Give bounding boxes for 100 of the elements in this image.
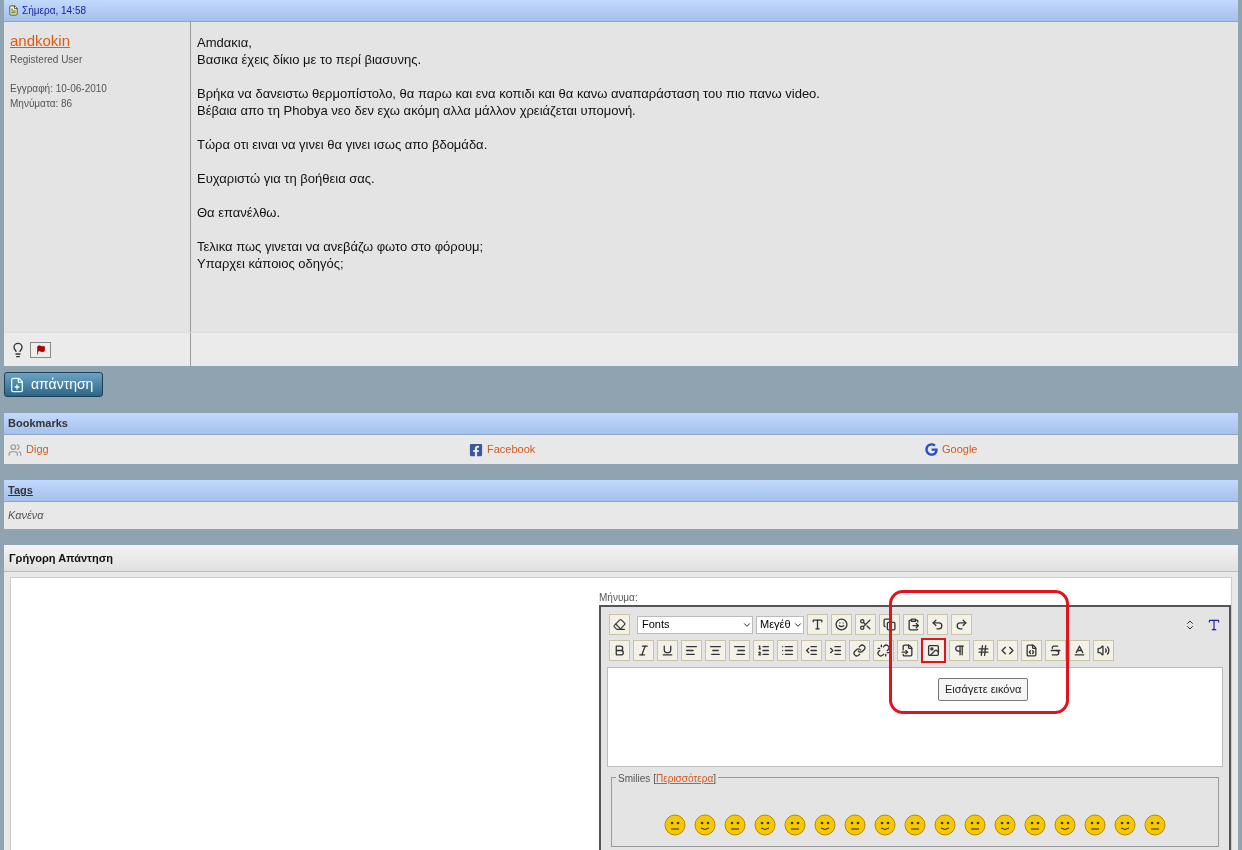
- align-left-button[interactable]: [681, 640, 702, 661]
- tooltip: Εισάγετε εικόνα: [938, 678, 1029, 701]
- underline-icon: [661, 644, 674, 657]
- scissors-icon: [859, 618, 872, 631]
- align-right-icon: [733, 644, 746, 657]
- document-button[interactable]: [897, 640, 918, 661]
- remove-format-button[interactable]: [609, 614, 630, 635]
- size-select[interactable]: Μεγέθ: [756, 615, 804, 634]
- italic-button[interactable]: [633, 640, 654, 661]
- redo-button[interactable]: [951, 614, 972, 635]
- google-icon: [925, 443, 938, 456]
- link-icon: [853, 644, 866, 657]
- code-file-button[interactable]: [1021, 640, 1042, 661]
- post-text: Θα επανέλθω.: [197, 204, 282, 221]
- bookmark-link[interactable]: Digg: [8, 441, 469, 458]
- smiley-icon[interactable]: [814, 814, 836, 836]
- post-text: Βέβαια απο τη Phobya νεο δεν εχω ακόμη αλλα μάλλον χρειάζεται υπομονή.: [197, 102, 637, 119]
- reply-button[interactable]: απάντηση: [4, 372, 103, 397]
- outdent-button[interactable]: [801, 640, 822, 661]
- smiley-icon[interactable]: [934, 814, 956, 836]
- undo-icon: [931, 618, 944, 631]
- document-icon: [901, 644, 914, 657]
- font-size-icon[interactable]: [1207, 617, 1221, 632]
- image-button[interactable]: [921, 638, 946, 663]
- italic-icon: [637, 644, 650, 657]
- align-center-button[interactable]: [705, 640, 726, 661]
- align-right-button[interactable]: [729, 640, 750, 661]
- smiley-icon[interactable]: [904, 814, 926, 836]
- font-select[interactable]: Fonts: [637, 615, 753, 634]
- speaker-button[interactable]: [1093, 640, 1114, 661]
- message-input[interactable]: Εισάγετε εικόνα: [607, 667, 1223, 767]
- smiley-icon[interactable]: [1144, 814, 1166, 836]
- outdent-icon: [805, 644, 818, 657]
- code-icon: [1001, 644, 1014, 657]
- pilcrow-button[interactable]: [949, 640, 970, 661]
- redo-icon: [955, 618, 968, 631]
- smiley-icon[interactable]: [964, 814, 986, 836]
- underline-button[interactable]: [657, 640, 678, 661]
- unlink-icon: [877, 644, 890, 657]
- post-date: Σήμερα, 14:58: [22, 4, 86, 18]
- post-text: Βρήκα να δανειστω θερμοπίστολο, θα παρω και ενα κοπιδι και θα κανω αναπαράσταση του πιο πανω video.: [197, 85, 821, 102]
- smiley-icon[interactable]: [754, 814, 776, 836]
- code-file-icon: [1025, 644, 1038, 657]
- bookmark-link[interactable]: Facebook: [469, 441, 925, 458]
- clipboard-button[interactable]: [903, 614, 924, 635]
- post-count: Μηνύματα: 86: [10, 97, 74, 111]
- indent-icon: [829, 644, 842, 657]
- report-button[interactable]: [30, 341, 51, 358]
- post-text: Τελικα πως γινεται να ανεβάζω φωτο στο φόρουμ;: [197, 238, 485, 255]
- facebook-icon: [469, 442, 483, 457]
- section-title: Bookmarks: [8, 416, 68, 432]
- numbered-list-icon: [757, 644, 770, 657]
- post-text: Amdακια,: [197, 34, 253, 51]
- smiley-icon: [835, 618, 848, 631]
- bookmark-link[interactable]: Google: [925, 441, 1234, 458]
- bracket-text: ]: [713, 772, 717, 786]
- lightbulb-icon[interactable]: [10, 341, 26, 358]
- indent-button[interactable]: [825, 640, 846, 661]
- letter-icon: [1073, 644, 1086, 657]
- document-icon: [8, 5, 19, 16]
- people-icon: [8, 442, 22, 457]
- smiley-icon[interactable]: [784, 814, 806, 836]
- link-button[interactable]: [849, 640, 870, 661]
- undo-button[interactable]: [927, 614, 948, 635]
- letter-button[interactable]: [1069, 640, 1090, 661]
- tags-link[interactable]: Tags: [8, 482, 33, 499]
- tags-value: Κανένα: [8, 508, 44, 524]
- smiley-icon[interactable]: [1084, 814, 1106, 836]
- smiley-icon[interactable]: [994, 814, 1016, 836]
- smiley-button[interactable]: [831, 614, 852, 635]
- scissors-button[interactable]: [855, 614, 876, 635]
- numbered-list-button[interactable]: [753, 640, 774, 661]
- bullet-list-button[interactable]: [777, 640, 798, 661]
- smilies-label: Smilies: [618, 772, 651, 786]
- smiley-icon[interactable]: [1114, 814, 1136, 836]
- flag-icon: [35, 344, 46, 355]
- smiley-icon[interactable]: [1024, 814, 1046, 836]
- smiley-icon[interactable]: [664, 814, 686, 836]
- message-label: Μήνυμα:: [599, 591, 639, 605]
- user-title: Registered User: [10, 53, 84, 67]
- resize-icon[interactable]: [1184, 618, 1196, 631]
- join-date: Εγγραφή: 10-06-2010: [10, 82, 108, 96]
- smiley-icon[interactable]: [874, 814, 896, 836]
- copy-icon: [883, 618, 896, 631]
- smiley-icon[interactable]: [724, 814, 746, 836]
- code-button[interactable]: [997, 640, 1018, 661]
- align-center-icon: [709, 644, 722, 657]
- smiley-icon[interactable]: [1054, 814, 1076, 836]
- bold-button[interactable]: [609, 640, 630, 661]
- post-text: Ευχαριστώ για τη βοήθεια σας.: [197, 170, 376, 187]
- smiley-icon[interactable]: [844, 814, 866, 836]
- post-text: Τώρα οτι ειναι να γινει θα γινει ισως απο βδομάδα.: [197, 136, 489, 153]
- bold-icon: [613, 644, 626, 657]
- bracket-text: [: [653, 772, 656, 786]
- username-link[interactable]: andkokin: [10, 32, 184, 50]
- strikethrough-button[interactable]: [1045, 640, 1066, 661]
- smiley-icon[interactable]: [694, 814, 716, 836]
- align-left-icon: [685, 644, 698, 657]
- hash-button[interactable]: [973, 640, 994, 661]
- pilcrow-icon: [953, 644, 966, 657]
